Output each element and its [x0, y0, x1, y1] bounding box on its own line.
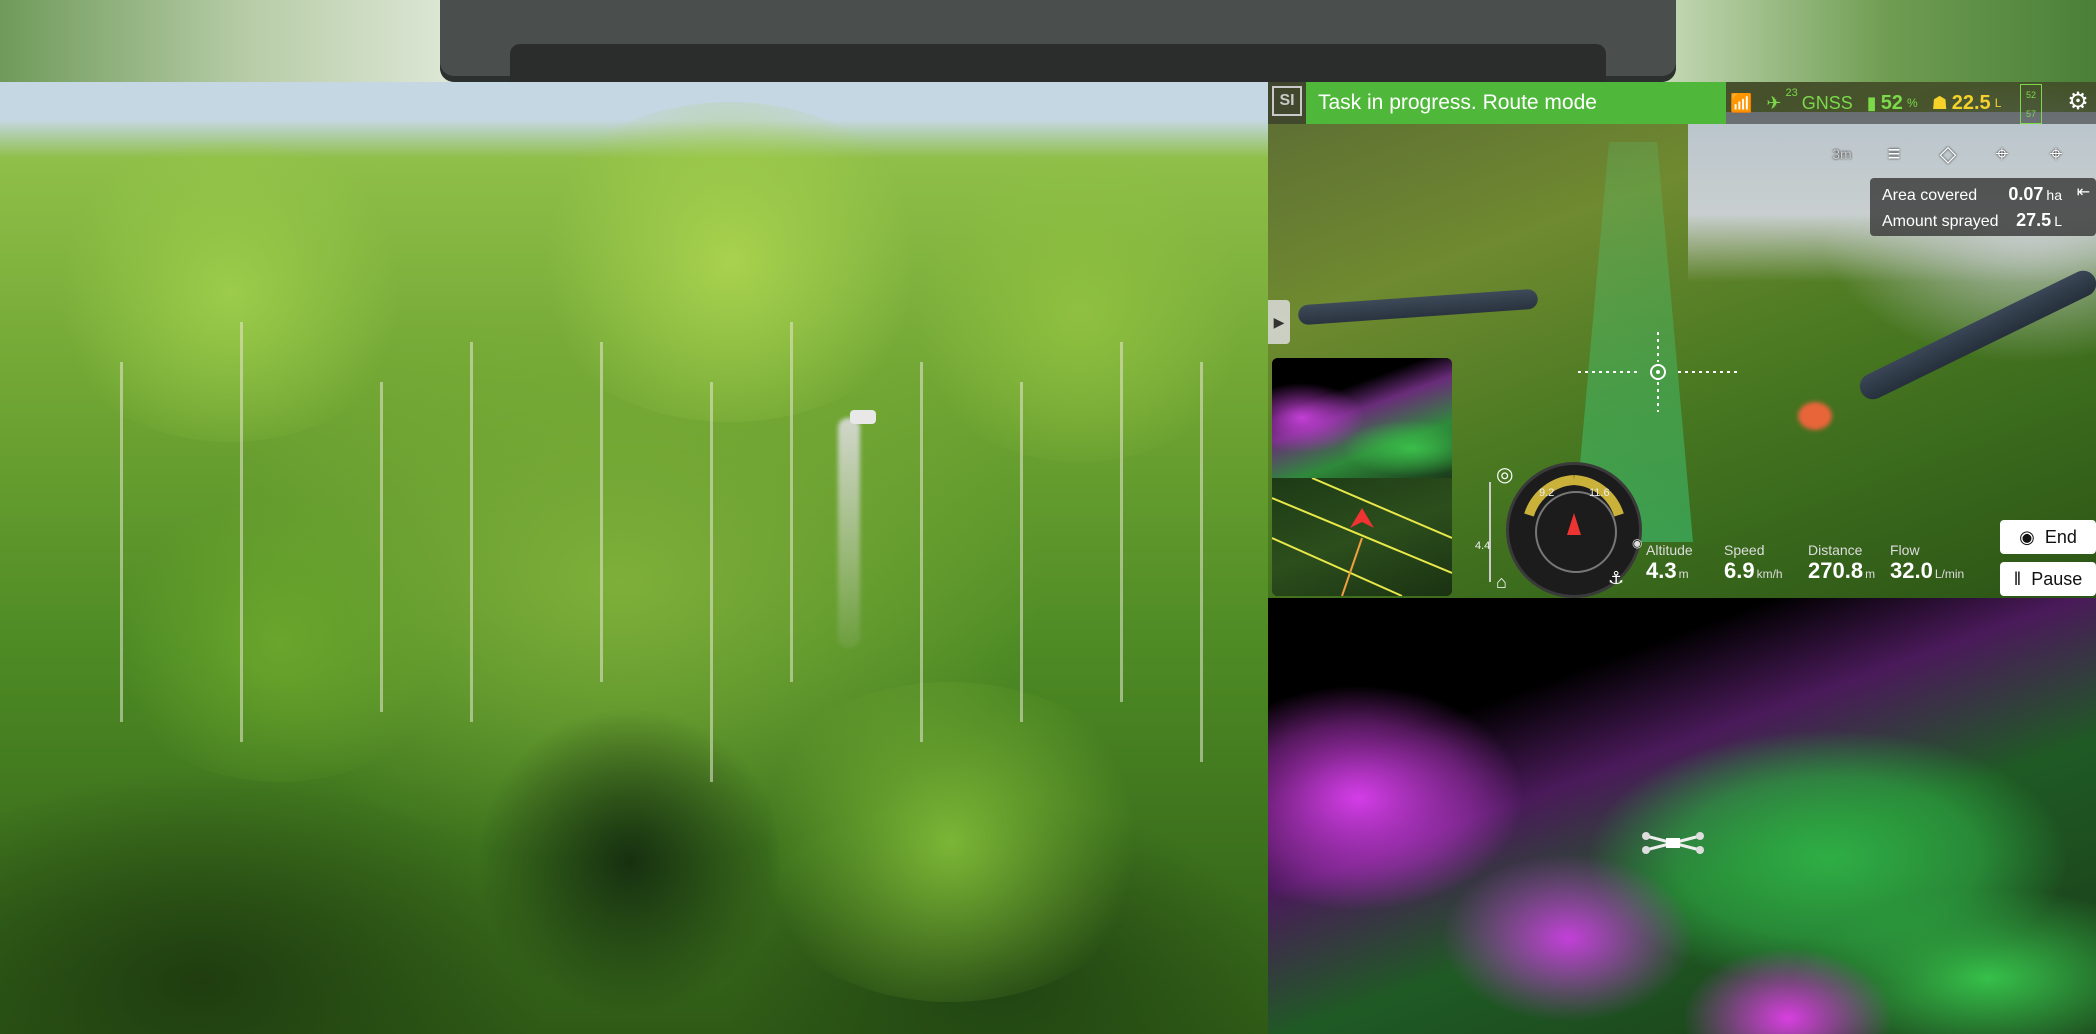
amount-sprayed-unit: L	[2054, 213, 2062, 229]
amount-sprayed-label: Amount sprayed	[1882, 213, 1999, 230]
spray-plume	[838, 418, 860, 648]
collapse-list-icon[interactable]: ⇤	[2077, 182, 2090, 202]
battery-percent: 52	[1880, 91, 1903, 114]
drone-icon[interactable]: ⌖	[2040, 138, 2072, 170]
end-task-button[interactable]: ◉ End	[2000, 520, 2096, 554]
app-logo: SI	[1272, 86, 1302, 116]
tank-value: 22.5	[1951, 91, 1991, 114]
settings-gear-icon[interactable]: ⚙	[2064, 88, 2092, 116]
map-toolbar: 3m ≡ ◇ ⌖ ⌖ ◈	[1828, 134, 2096, 174]
telemetry-altitude: ◉ Altitude 4.3 m	[1632, 536, 1693, 584]
telemetry-label: Flow	[1890, 542, 1920, 558]
minimap-route-view	[1272, 478, 1452, 596]
eye-icon: ◉	[1632, 536, 1643, 550]
expand-panel-button[interactable]: ▶	[1268, 300, 1290, 344]
locate-icon[interactable]: ⌖	[1986, 138, 2018, 170]
telemetry-distance: Distance 270.8 m	[1808, 542, 1875, 584]
telemetry-value: 32.0	[1890, 558, 1933, 583]
landing-icon[interactable]: ⚓	[1608, 568, 1624, 589]
telemetry-unit: L/min	[1934, 567, 1965, 581]
drone-marker-icon	[1642, 832, 1704, 854]
telemetry-speed: Speed 6.9 km/h	[1724, 542, 1783, 584]
minimap-panel[interactable]	[1272, 358, 1452, 596]
telemetry-label: Distance	[1808, 542, 1863, 558]
battery-icon: ▮	[1866, 92, 1877, 113]
gnss-count: 23	[1785, 87, 1798, 99]
altitude-chip[interactable]: 3m	[1828, 138, 1856, 170]
area-covered-label: Area covered	[1882, 187, 1978, 204]
pause-icon: ‖	[2013, 568, 2022, 589]
remote-controller-frame	[440, 0, 1676, 82]
telemetry-flow: Flow 32.0 L/min	[1890, 542, 1964, 584]
battery-bottom-value: 57	[2025, 108, 2036, 119]
heading-arrow-icon	[1567, 513, 1581, 535]
tank-unit: L	[1994, 96, 2002, 110]
telemetry-unit: km/h	[1756, 567, 1783, 581]
end-label: End	[2044, 526, 2077, 547]
drone-arm-left	[1297, 288, 1539, 326]
dual-battery-indicator: 52 57	[2020, 84, 2042, 124]
drone-arm-right	[1855, 266, 2096, 404]
telemetry-label: Altitude	[1646, 542, 1693, 558]
camera-target-icon[interactable]: ◎	[1496, 462, 1513, 487]
spray-nozzle	[1798, 402, 1832, 430]
erase-icon[interactable]: ◇	[1932, 138, 1964, 170]
lidar-pointcloud-view[interactable]	[1268, 598, 2096, 1034]
flight-app-panel: SI Task in progress. Route mode 📶 ✈ 23 G…	[1268, 82, 2096, 1034]
battery-unit: %	[1906, 96, 1918, 110]
gnss-label: GNSS	[1801, 92, 1853, 113]
telemetry-value: 4.3	[1646, 558, 1677, 583]
crosshair-reticle	[1578, 332, 1738, 412]
attitude-right-reading: 11.6	[1589, 487, 1610, 499]
battery-status[interactable]: ▮ 52 %	[1867, 92, 1918, 115]
task-status-banner[interactable]: Task in progress. Route mode	[1306, 82, 1726, 124]
status-icons: 📶 ✈ 23 GNSS ▮ 52 % ☗ 22.5 L	[1730, 87, 2002, 118]
signal-icon: 📶	[1730, 92, 1753, 113]
altitude-scale: 4.4	[1475, 482, 1497, 582]
telemetry-unit: m	[1865, 567, 1876, 581]
pause-label: Pause	[2031, 568, 2083, 589]
satellite-icon: ✈	[1766, 92, 1782, 113]
tank-status[interactable]: ☗ 22.5 L	[1932, 92, 2002, 115]
area-covered-value: 0.07	[2008, 184, 2044, 204]
telemetry-value: 270.8	[1808, 558, 1864, 583]
route-mode-icon[interactable]: ≡	[1878, 138, 1910, 170]
attitude-left-reading: 9.2	[1539, 487, 1555, 499]
mission-info-card: Area covered 0.07 ha Amount sprayed 27.5 L…	[1870, 178, 2096, 236]
amount-sprayed-value: 27.5	[2016, 210, 2052, 230]
pause-task-button[interactable]: ‖ Pause	[2000, 562, 2096, 596]
tank-icon: ☗	[1931, 92, 1948, 113]
play-arrow-icon: ▶	[1273, 313, 1285, 330]
telemetry-label: Speed	[1724, 542, 1765, 558]
battery-top-value: 52	[2025, 89, 2036, 100]
area-covered-unit: ha	[2046, 187, 2062, 203]
minimap-pointcloud-preview	[1272, 358, 1452, 478]
telemetry-value: 6.9	[1724, 558, 1755, 583]
stop-circle-icon: ◉	[2019, 526, 2035, 547]
telemetry-unit: m	[1678, 567, 1689, 581]
gnss-status[interactable]: ✈ 23 GNSS	[1766, 87, 1853, 114]
altitude-scale-value: 4.4	[1475, 540, 1491, 552]
forest-video-feed	[0, 82, 1268, 1034]
return-home-icon[interactable]: ⌂	[1496, 572, 1507, 593]
drone-in-flight	[850, 410, 876, 424]
